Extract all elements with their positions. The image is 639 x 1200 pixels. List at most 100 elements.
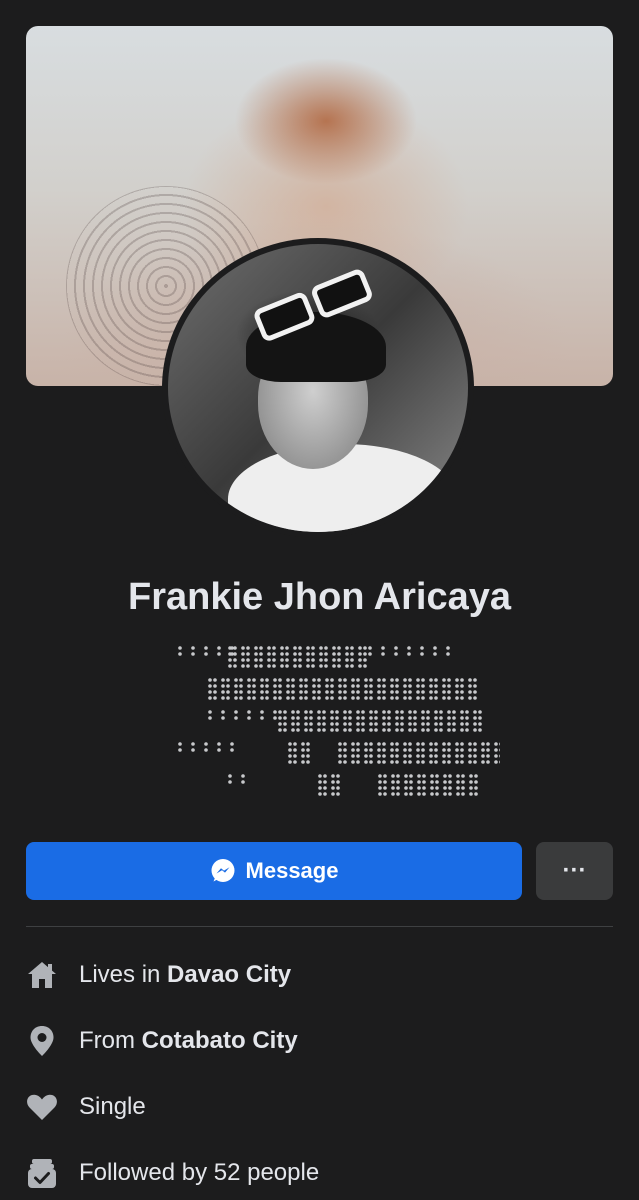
bio-dot bbox=[358, 646, 362, 650]
bio-dot bbox=[417, 774, 421, 778]
bio-dot bbox=[400, 728, 404, 732]
bio-dot bbox=[448, 780, 452, 784]
bio-dot bbox=[460, 754, 464, 758]
message-button[interactable]: Message bbox=[26, 842, 522, 900]
bio-dot bbox=[278, 722, 282, 726]
bio-dot bbox=[396, 792, 400, 796]
bio-dot bbox=[395, 728, 399, 732]
bio-dot bbox=[345, 646, 349, 650]
bio-dot bbox=[226, 690, 230, 694]
bio-dot bbox=[361, 710, 365, 714]
bio-dot bbox=[267, 646, 271, 650]
bio-dot bbox=[474, 792, 478, 796]
from-city[interactable]: Cotabato City bbox=[142, 1027, 298, 1055]
bio-dot bbox=[351, 684, 355, 688]
bio-dot bbox=[363, 646, 367, 650]
bio-dot bbox=[221, 716, 225, 720]
bio-dot bbox=[317, 728, 321, 732]
more-options-button[interactable]: ··· bbox=[536, 842, 613, 900]
bio-dot bbox=[311, 664, 315, 668]
bio-dot bbox=[208, 684, 212, 688]
bio-dot bbox=[191, 742, 195, 746]
bio-dot bbox=[447, 678, 451, 682]
bio-dot bbox=[221, 678, 225, 682]
bio-dot bbox=[460, 722, 464, 726]
bio-dot bbox=[356, 742, 360, 746]
bio-dot bbox=[499, 760, 500, 764]
bio-dot bbox=[422, 780, 426, 784]
bio-dot bbox=[178, 742, 182, 746]
bio-dot bbox=[226, 696, 230, 700]
bio-dot bbox=[241, 774, 245, 778]
bio-dot bbox=[278, 728, 282, 732]
profile-avatar[interactable] bbox=[162, 238, 474, 538]
bio-dot bbox=[330, 678, 334, 682]
bio-dot bbox=[361, 722, 365, 726]
bio-dot bbox=[296, 728, 300, 732]
bio-dot bbox=[377, 754, 381, 758]
bio-dot bbox=[433, 646, 437, 650]
bio-dot bbox=[473, 760, 477, 764]
bio-dot bbox=[239, 678, 243, 682]
bio-dot bbox=[429, 742, 433, 746]
bio-dot bbox=[291, 684, 295, 688]
bio-dot bbox=[241, 780, 245, 784]
bio-dot bbox=[473, 710, 477, 714]
bio-dot bbox=[390, 678, 394, 682]
bio-dot bbox=[330, 716, 334, 720]
bio-dot bbox=[324, 664, 328, 668]
bio-dot bbox=[395, 742, 399, 746]
bio-dot bbox=[473, 754, 477, 758]
bio-dot bbox=[273, 690, 277, 694]
bio-dot bbox=[390, 760, 394, 764]
bio-dot bbox=[351, 690, 355, 694]
bio-dot bbox=[383, 792, 387, 796]
bio-dot bbox=[348, 722, 352, 726]
bio-dot bbox=[403, 748, 407, 752]
detail-followers[interactable]: Followed by 52 people bbox=[26, 1153, 613, 1193]
bio-dot bbox=[291, 696, 295, 700]
bio-dot bbox=[456, 774, 460, 778]
bio-dot bbox=[364, 760, 368, 764]
bio-dot bbox=[494, 748, 498, 752]
bio-dot bbox=[298, 652, 302, 656]
bio-dot bbox=[408, 678, 412, 682]
lives-in-city[interactable]: Davao City bbox=[167, 961, 291, 989]
bio-dot bbox=[247, 678, 251, 682]
bio-dot bbox=[345, 664, 349, 668]
bio-dot bbox=[323, 780, 327, 784]
bio-dot bbox=[332, 646, 336, 650]
bio-dot bbox=[286, 684, 290, 688]
bio-dot bbox=[374, 716, 378, 720]
bio-dot bbox=[309, 716, 313, 720]
bio-dot bbox=[330, 722, 334, 726]
bio-dot bbox=[387, 728, 391, 732]
bio-dot bbox=[395, 690, 399, 694]
bio-dot bbox=[468, 684, 472, 688]
bio-dot bbox=[481, 760, 485, 764]
bio-dot bbox=[246, 658, 250, 662]
bio-dot bbox=[306, 754, 310, 758]
bio-dot bbox=[382, 716, 386, 720]
bio-dot bbox=[283, 716, 287, 720]
bio-dot bbox=[335, 722, 339, 726]
bio-dot bbox=[395, 678, 399, 682]
bio-dot bbox=[395, 696, 399, 700]
bio-dot bbox=[335, 716, 339, 720]
bio-dot bbox=[473, 678, 477, 682]
bio-dot bbox=[319, 658, 323, 662]
bio-dot bbox=[319, 664, 323, 668]
bio-dot bbox=[260, 690, 264, 694]
bio-dot bbox=[213, 684, 217, 688]
bio-dot bbox=[447, 760, 451, 764]
bio-dot bbox=[291, 678, 295, 682]
bio-dot bbox=[293, 754, 297, 758]
bio-dot bbox=[221, 690, 225, 694]
bio-dot bbox=[443, 786, 447, 790]
bio-dot bbox=[322, 716, 326, 720]
bio-dot bbox=[358, 652, 362, 656]
bio-dot bbox=[442, 690, 446, 694]
bio-dot bbox=[293, 748, 297, 752]
bio-dot bbox=[439, 716, 443, 720]
relationship-status: Single bbox=[79, 1093, 146, 1120]
